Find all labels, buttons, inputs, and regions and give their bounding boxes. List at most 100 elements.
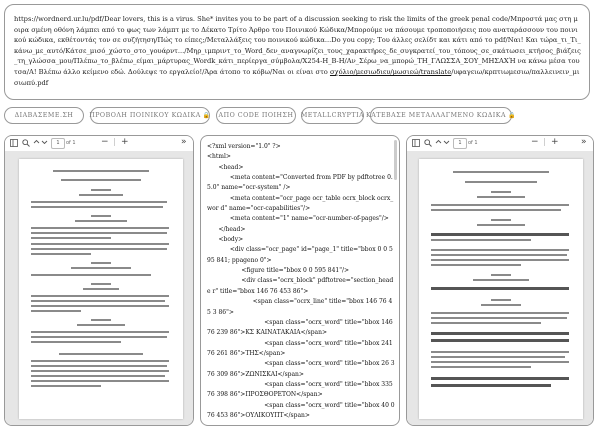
pdf-text-line: [31, 201, 167, 203]
tab-download-mutated-code-label: ΚΑΤΕΒΑΣΕ ΜΕΤΑΛΛΑΓΜΕΝΟ ΚΩΔΙΚΑ: [366, 112, 507, 119]
pdf-text-line: [31, 341, 121, 343]
pdf-text-line: [31, 385, 101, 387]
pdf-text-line: [431, 332, 569, 335]
pdf-text-line: [77, 324, 125, 326]
pdf-text-line: [431, 366, 531, 368]
pdf-toolbar: 1 of 1 − | + »: [407, 136, 593, 151]
pdf-text-line: [431, 254, 567, 256]
tab-read-me-label: ΔΙΑΒΑΣΕΜΕ.ΣΗ: [14, 112, 74, 119]
pdf-text-line: [491, 274, 511, 276]
search-icon[interactable]: [424, 139, 432, 149]
pdf-text-line: [31, 370, 169, 372]
pdf-text-line: [491, 219, 511, 221]
source-text-main: https://wordnerd.ur.lu/pdf/Dear lovers, …: [14, 15, 581, 76]
more-tools-button[interactable]: »: [181, 137, 187, 147]
pdf-text-line: [431, 361, 569, 363]
tab-metallcryptia[interactable]: METALLCRYPTIA: [301, 107, 364, 124]
pdf-text-line: [431, 209, 561, 211]
pdf-page: [19, 159, 183, 419]
pdf-text-line: [31, 375, 165, 377]
tab-download-mutated-code[interactable]: ΚΑΤΕΒΑΣΕ ΜΕΤΑΛΛΑΓΜΕΝΟ ΚΩΔΙΚΑ 🔒: [366, 107, 516, 124]
page-up-icon[interactable]: [435, 138, 442, 148]
pdf-text-line: [31, 310, 81, 312]
pdf-text-line: [91, 215, 111, 217]
page-down-icon[interactable]: [443, 138, 450, 148]
more-tools-button[interactable]: »: [581, 137, 587, 147]
tab-code-poetry-label: ΑΠΟ CODE ΠΟΙΗΣΗ: [218, 112, 294, 119]
pdf-text-line: [491, 191, 511, 193]
pdf-text-line: [453, 171, 549, 173]
pdf-text-line: [31, 227, 169, 229]
pdf-text-line: [477, 224, 525, 226]
search-icon[interactable]: [22, 139, 30, 149]
pdf-text-line: [491, 299, 511, 301]
zoom-out-button[interactable]: −: [101, 137, 109, 147]
pdf-text-line: [91, 319, 111, 321]
pdf-text-line: [431, 259, 569, 261]
page-total: of 1: [468, 140, 478, 146]
pdf-text-line: [431, 204, 569, 206]
zoom-out-button[interactable]: −: [531, 137, 539, 147]
pdf-text-line: [31, 360, 169, 362]
pdf-text-line: [31, 336, 167, 338]
pdf-canvas-area[interactable]: [407, 151, 593, 425]
tab-code-poetry[interactable]: ΑΠΟ CODE ΠΟΙΗΣΗ: [216, 107, 296, 124]
pdf-text-line: [71, 267, 131, 269]
lock-icon: 🔒: [508, 112, 516, 119]
source-text-link[interactable]: σχόλιο/μεσιωδιευ/μωσιεώ/translate: [330, 68, 451, 76]
pdf-text-line: [91, 262, 111, 264]
pdf-text-line: [79, 194, 123, 196]
page-number-input[interactable]: 1: [453, 138, 467, 149]
pdf-text-line: [59, 353, 143, 355]
pdf-text-line: [431, 322, 541, 324]
pdf-text-line: [431, 317, 567, 319]
zoom-in-button[interactable]: +: [121, 137, 129, 147]
pdf-text-line: [431, 249, 569, 251]
pdf-text-line: [431, 233, 569, 236]
sidebar-toggle-icon[interactable]: [10, 139, 18, 149]
pdf-text-line: [431, 339, 569, 342]
zoom-in-button[interactable]: +: [551, 137, 559, 147]
tab-read-me[interactable]: ΔΙΑΒΑΣΕΜΕ.ΣΗ: [4, 107, 84, 124]
tab-view-penal-code-label: ΠΡΟΒΟΛΗ ΠΟΙΝΙΚΟΥ ΚΩΔΙΚΑ: [89, 112, 201, 119]
pdf-text-line: [31, 331, 169, 333]
pdf-text-line: [431, 384, 551, 387]
source-text: https://wordnerd.ur.lu/pdf/Dear lovers, …: [14, 14, 581, 88]
pdf-text-line: [61, 179, 141, 181]
pdf-text-line: [477, 196, 525, 198]
pdf-text-line: [31, 206, 163, 208]
code-scrollbar[interactable]: [394, 140, 397, 180]
pdf-text-line: [431, 356, 565, 358]
pdf-text-line: [431, 351, 569, 353]
tab-bar: ΔΙΑΒΑΣΕΜΕ.ΣΗ ΠΡΟΒΟΛΗ ΠΟΙΝΙΚΟΥ ΚΩΔΙΚΑ 🔒 ΑΠ…: [4, 107, 594, 127]
pdf-text-line: [31, 300, 165, 302]
toolbar-separator: |: [113, 137, 116, 146]
pdf-text-line: [91, 189, 111, 191]
pdf-text-line: [31, 365, 167, 367]
sidebar-toggle-icon[interactable]: [412, 139, 420, 149]
pdf-text-line: [31, 237, 111, 239]
pdf-toolbar: 1 of 1 − | + »: [5, 136, 193, 151]
tab-view-penal-code[interactable]: ΠΡΟΒΟΛΗ ΠΟΙΝΙΚΟΥ ΚΩΔΙΚΑ 🔒: [89, 107, 211, 124]
pdf-text-line: [31, 274, 151, 276]
lock-icon: 🔒: [202, 112, 211, 119]
pdf-text-line: [431, 239, 531, 241]
toolbar-separator: |: [543, 137, 546, 146]
pdf-page: [419, 159, 583, 419]
pdf-text-line: [431, 264, 521, 266]
page-number-input[interactable]: 1: [51, 138, 65, 149]
code-text[interactable]: <?xml version="1.0" ?> <html> <head> <me…: [207, 142, 395, 421]
pdf-text-line: [91, 283, 111, 285]
left-pdf-viewer: 1 of 1 − | + »: [4, 135, 194, 426]
pdf-text-line: [465, 181, 537, 183]
pdf-canvas-area[interactable]: [5, 151, 193, 425]
page-down-icon[interactable]: [41, 138, 48, 148]
page-total: of 1: [66, 140, 76, 146]
tab-metallcryptia-label: METALLCRYPTIA: [300, 112, 365, 119]
source-text-box: https://wordnerd.ur.lu/pdf/Dear lovers, …: [4, 4, 590, 100]
page-up-icon[interactable]: [33, 138, 40, 148]
code-panel[interactable]: <?xml version="1.0" ?> <html> <head> <me…: [200, 135, 400, 426]
pdf-text-line: [31, 380, 169, 382]
pdf-text-line: [481, 304, 521, 306]
pdf-text-line: [31, 295, 169, 297]
